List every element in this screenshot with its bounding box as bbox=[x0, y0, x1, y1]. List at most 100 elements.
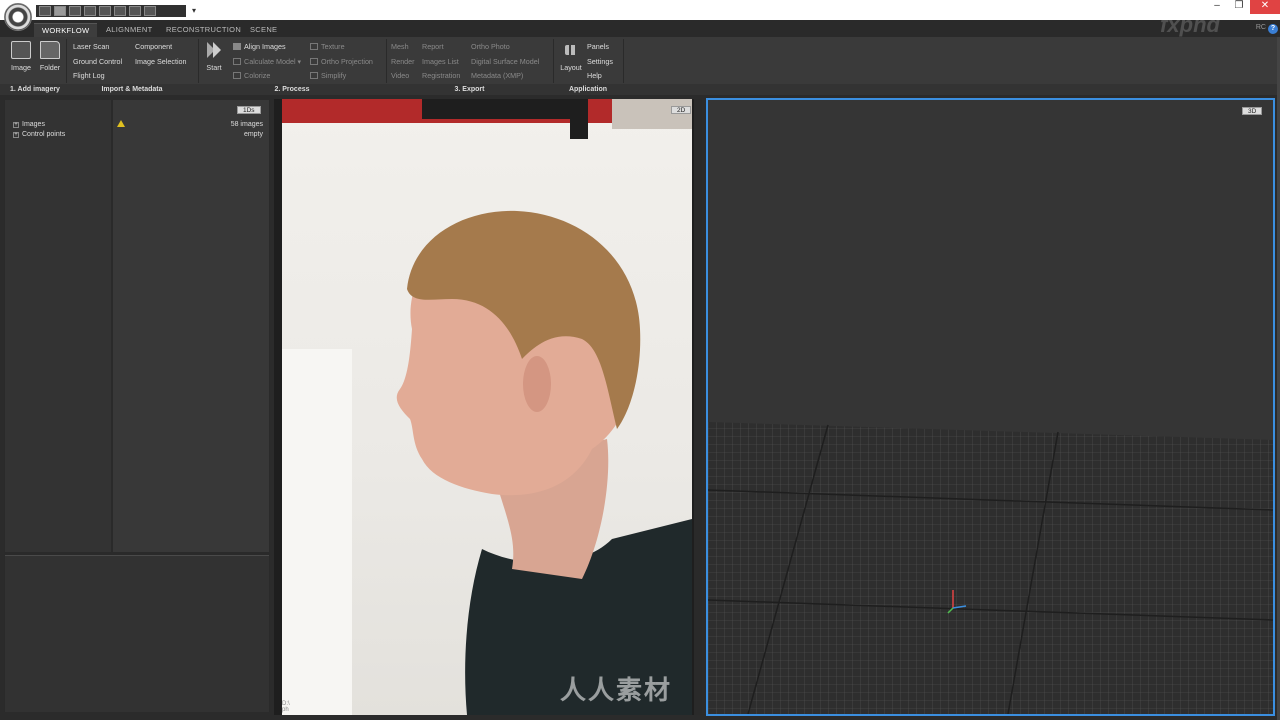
image-caption: D:\ ph bbox=[282, 701, 290, 713]
title-bar: ▾ ‒ ❐ ✕ bbox=[0, 0, 1280, 20]
inspector-pane bbox=[5, 555, 269, 712]
tree-item-label: Images bbox=[22, 121, 45, 128]
grid-scene bbox=[708, 100, 1273, 714]
layout-icon bbox=[565, 45, 577, 55]
control-points-value: empty bbox=[243, 131, 263, 138]
video-button[interactable]: Video bbox=[391, 71, 409, 80]
background-stand bbox=[570, 99, 588, 139]
ortho-projection-label: Ortho Projection bbox=[321, 57, 373, 66]
start-icon bbox=[204, 41, 224, 59]
user-badge[interactable]: RC bbox=[1256, 24, 1266, 31]
layout-7-icon[interactable] bbox=[129, 6, 141, 16]
view-badge[interactable]: 3D bbox=[1242, 107, 1263, 115]
layout-label: Layout bbox=[560, 63, 582, 72]
divider bbox=[553, 39, 554, 83]
laser-scan-button[interactable]: Laser Scan bbox=[73, 42, 109, 51]
report-button[interactable]: Report bbox=[422, 42, 444, 51]
mesh-export-button[interactable]: Mesh bbox=[391, 42, 409, 51]
folder-icon bbox=[40, 41, 60, 59]
images-count: 58 images bbox=[230, 121, 263, 128]
sky-background bbox=[708, 100, 1273, 422]
colorize-label: Colorize bbox=[244, 71, 271, 80]
layout-3-icon[interactable] bbox=[69, 6, 81, 16]
texture-button[interactable]: Texture bbox=[310, 42, 345, 51]
image-icon bbox=[11, 41, 31, 59]
settings-button[interactable]: Settings bbox=[587, 57, 613, 66]
tree-item-images[interactable]: + Images bbox=[13, 121, 45, 128]
ortho-photo-button[interactable]: Ortho Photo bbox=[471, 42, 510, 51]
project-tree: + Images + Control points bbox=[5, 100, 111, 552]
add-folder-button[interactable]: Folder bbox=[36, 41, 64, 72]
layout-button[interactable]: Layout bbox=[557, 45, 585, 72]
ortho-projection-button[interactable]: Ortho Projection bbox=[310, 57, 373, 66]
expand-icon[interactable]: + bbox=[13, 122, 19, 128]
colorize-button[interactable]: Colorize bbox=[233, 71, 270, 80]
align-icon bbox=[233, 43, 241, 50]
tab-workflow[interactable]: WORKFLOW bbox=[34, 23, 98, 37]
expand-icon[interactable]: + bbox=[13, 132, 19, 138]
view-badge[interactable]: 1Ds bbox=[237, 106, 261, 114]
add-image-button[interactable]: Image bbox=[7, 41, 35, 72]
panels-button[interactable]: Panels bbox=[587, 42, 609, 51]
metadata-xmp-button[interactable]: Metadata (XMP) bbox=[471, 71, 523, 80]
close-button[interactable]: ✕ bbox=[1250, 0, 1280, 14]
images-list-button[interactable]: Images List bbox=[422, 57, 459, 66]
vertical-scrollbar[interactable] bbox=[694, 99, 702, 715]
ribbon-tabs: WORKFLOW ALIGNMENT RECONSTRUCTION SCENE … bbox=[0, 20, 1280, 37]
simplify-icon bbox=[310, 72, 318, 79]
ground-control-button[interactable]: Ground Control bbox=[73, 57, 122, 66]
model-icon bbox=[233, 58, 241, 65]
restore-button[interactable]: ❐ bbox=[1228, 0, 1250, 14]
colorize-icon bbox=[233, 72, 241, 79]
help-icon[interactable]: ? bbox=[1268, 24, 1278, 34]
group-label-process: 2. Process bbox=[274, 86, 310, 93]
align-images-button[interactable]: Align Images bbox=[233, 42, 286, 51]
view-badge[interactable]: 2D bbox=[671, 106, 692, 114]
watermark-text: 人人素材 bbox=[560, 675, 673, 705]
application-window: ▾ ‒ ❐ ✕ WORKFLOW ALIGNMENT RECONSTRUCTIO… bbox=[0, 0, 1280, 720]
render-button[interactable]: Render bbox=[391, 57, 415, 66]
layout-6-icon[interactable] bbox=[114, 6, 126, 16]
group-label-add-imagery: 1. Add imagery bbox=[10, 86, 60, 93]
start-button[interactable]: Start bbox=[200, 41, 228, 72]
viewport-2d[interactable]: D:\ ph 2D bbox=[274, 99, 702, 715]
simplify-label: Simplify bbox=[321, 71, 347, 80]
texture-icon bbox=[310, 43, 318, 50]
align-images-label: Align Images bbox=[244, 42, 286, 51]
calculate-model-button[interactable]: Calculate Model ▾ bbox=[233, 57, 301, 66]
help-button[interactable]: Help bbox=[587, 71, 602, 80]
calculate-model-label: Calculate Model bbox=[244, 57, 296, 66]
layout-8-icon[interactable] bbox=[144, 6, 156, 16]
quick-access-menu-button[interactable]: ▾ bbox=[192, 6, 196, 15]
image-selection-button[interactable]: Image Selection bbox=[135, 57, 187, 66]
project-properties: 1Ds 58 images empty bbox=[113, 100, 269, 552]
portrait-photo bbox=[282, 99, 692, 715]
add-folder-label: Folder bbox=[39, 63, 61, 72]
component-button[interactable]: Component bbox=[135, 42, 172, 51]
dsm-button[interactable]: Digital Surface Model bbox=[471, 57, 539, 66]
warning-icon bbox=[117, 120, 125, 127]
tab-scene[interactable]: SCENE bbox=[242, 23, 285, 37]
ortho-icon bbox=[310, 58, 318, 65]
layout-4-icon[interactable] bbox=[84, 6, 96, 16]
registration-button[interactable]: Registration bbox=[422, 71, 460, 80]
start-label: Start bbox=[206, 63, 222, 72]
viewport-3d[interactable]: 3D bbox=[706, 98, 1275, 716]
tab-reconstruction[interactable]: RECONSTRUCTION bbox=[158, 23, 249, 37]
app-logo-icon[interactable] bbox=[4, 3, 32, 31]
divider bbox=[66, 39, 67, 83]
project-panel: + Images + Control points 1Ds 58 images em… bbox=[4, 100, 270, 712]
ribbon: Image Folder Laser Scan Ground Control F… bbox=[0, 37, 1280, 95]
layout-5-icon[interactable] bbox=[99, 6, 111, 16]
brand-watermark: fxphd bbox=[1160, 12, 1220, 37]
tree-item-control-points[interactable]: + Control points bbox=[13, 131, 65, 138]
quick-access-toolbar bbox=[36, 5, 186, 17]
tab-alignment[interactable]: ALIGNMENT bbox=[98, 23, 160, 37]
background-board bbox=[282, 349, 352, 715]
layout-2-icon[interactable] bbox=[54, 6, 66, 16]
flight-log-button[interactable]: Flight Log bbox=[73, 71, 105, 80]
ribbon-group-labels: 1. Add imagery Import & Metadata 2. Proc… bbox=[0, 84, 1280, 95]
simplify-button[interactable]: Simplify bbox=[310, 71, 346, 80]
group-label-application: Application bbox=[568, 86, 608, 93]
layout-1-icon[interactable] bbox=[39, 6, 51, 16]
